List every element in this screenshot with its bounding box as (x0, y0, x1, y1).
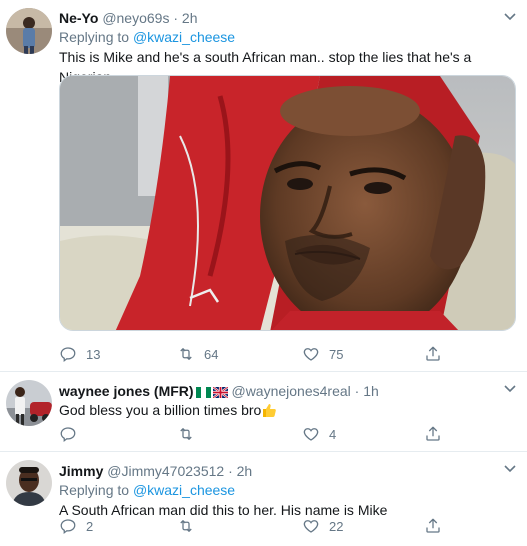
nigeria-flag-icon (195, 387, 211, 398)
timestamp[interactable]: 2h (237, 463, 253, 479)
reply-button[interactable] (59, 424, 86, 444)
replying-prefix: Replying to (59, 482, 133, 498)
share-button[interactable] (424, 516, 442, 536)
reply-count: 2 (86, 518, 94, 534)
retweet-button[interactable]: 64 (177, 344, 218, 364)
thumbs-up-icon (263, 404, 277, 417)
like-button[interactable]: 75 (302, 344, 343, 364)
timestamp[interactable]: 1h (363, 383, 379, 399)
like-count: 75 (329, 346, 344, 362)
tweet-actions: 4 (59, 424, 479, 444)
username[interactable]: @Jimmy47023512 (107, 463, 224, 479)
username[interactable]: @neyo69s (102, 10, 169, 26)
avatar[interactable] (6, 460, 52, 506)
reply-icon (60, 519, 76, 535)
chevron-down-icon[interactable] (503, 464, 517, 474)
uk-flag-icon (212, 387, 228, 398)
replying-to: Replying to @kwazi_cheese (59, 480, 515, 500)
retweet-icon (180, 428, 192, 440)
display-name[interactable]: Ne-Yo (59, 10, 98, 26)
avatar[interactable] (6, 380, 52, 426)
share-button[interactable] (424, 424, 442, 444)
separator-dot: · (354, 383, 360, 399)
heart-icon (303, 428, 319, 441)
separator-dot: · (228, 463, 233, 479)
tweet-neyo[interactable]: Ne-Yo @neyo69s · 2h Replying to @kwazi_c… (0, 0, 527, 372)
reply-icon (60, 347, 76, 363)
reply-count: 13 (86, 346, 101, 362)
chevron-down-icon[interactable] (503, 12, 517, 22)
like-count: 22 (329, 518, 344, 534)
like-button[interactable]: 4 (302, 424, 336, 444)
replying-prefix: Replying to (59, 29, 133, 45)
share-icon (426, 426, 440, 441)
tweet-jimmy[interactable]: Jimmy @Jimmy47023512 · 2h Replying to @k… (0, 452, 527, 546)
retweet-button[interactable] (177, 424, 204, 444)
tweet-photo[interactable] (59, 75, 516, 331)
heart-icon (303, 348, 319, 361)
mention-link[interactable]: @kwazi_cheese (133, 29, 235, 45)
tweet-actions: 13 64 75 (59, 344, 479, 364)
reply-icon (60, 427, 76, 443)
tweet-actions: 2 22 (59, 516, 479, 536)
retweet-icon (180, 348, 192, 360)
tweet-waynee-jones[interactable]: waynee jones (MFR) @waynejones4real · 1h… (0, 372, 527, 452)
retweet-icon (180, 520, 192, 532)
retweet-count: 64 (204, 346, 219, 362)
tweet-header: Jimmy @Jimmy47023512 · 2h (59, 462, 515, 480)
tweet-text-body: God bless you a billion times bro (59, 402, 262, 418)
share-icon (426, 346, 440, 361)
reply-button[interactable]: 2 (59, 516, 93, 536)
share-icon (426, 518, 440, 533)
retweet-button[interactable] (177, 516, 204, 536)
heart-icon (303, 520, 319, 533)
reply-button[interactable]: 13 (59, 344, 100, 364)
mention-link[interactable]: @kwazi_cheese (133, 482, 235, 498)
like-button[interactable]: 22 (302, 516, 343, 536)
username[interactable]: @waynejones4real (231, 383, 350, 399)
separator-dot: · (173, 10, 179, 26)
avatar[interactable] (6, 8, 52, 54)
like-count: 4 (329, 426, 337, 442)
share-button[interactable] (424, 344, 442, 364)
tweet-text: God bless you a billion times bro (59, 400, 515, 420)
tweet-content: Jimmy @Jimmy47023512 · 2h Replying to @k… (59, 462, 515, 520)
tweet-header: waynee jones (MFR) @waynejones4real · 1h (59, 382, 515, 400)
chevron-down-icon[interactable] (503, 384, 517, 394)
timestamp[interactable]: 2h (182, 10, 198, 26)
replying-to: Replying to @kwazi_cheese (59, 27, 515, 47)
tweet-content: waynee jones (MFR) @waynejones4real · 1h… (59, 382, 515, 420)
display-name[interactable]: waynee jones (MFR) (59, 383, 194, 399)
tweet-header: Ne-Yo @neyo69s · 2h (59, 9, 515, 27)
display-name[interactable]: Jimmy (59, 463, 103, 479)
